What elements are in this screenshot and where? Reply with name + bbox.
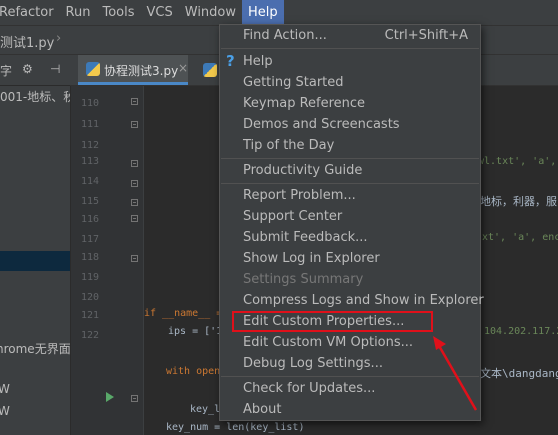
annotation-arrow-icon <box>433 336 478 411</box>
